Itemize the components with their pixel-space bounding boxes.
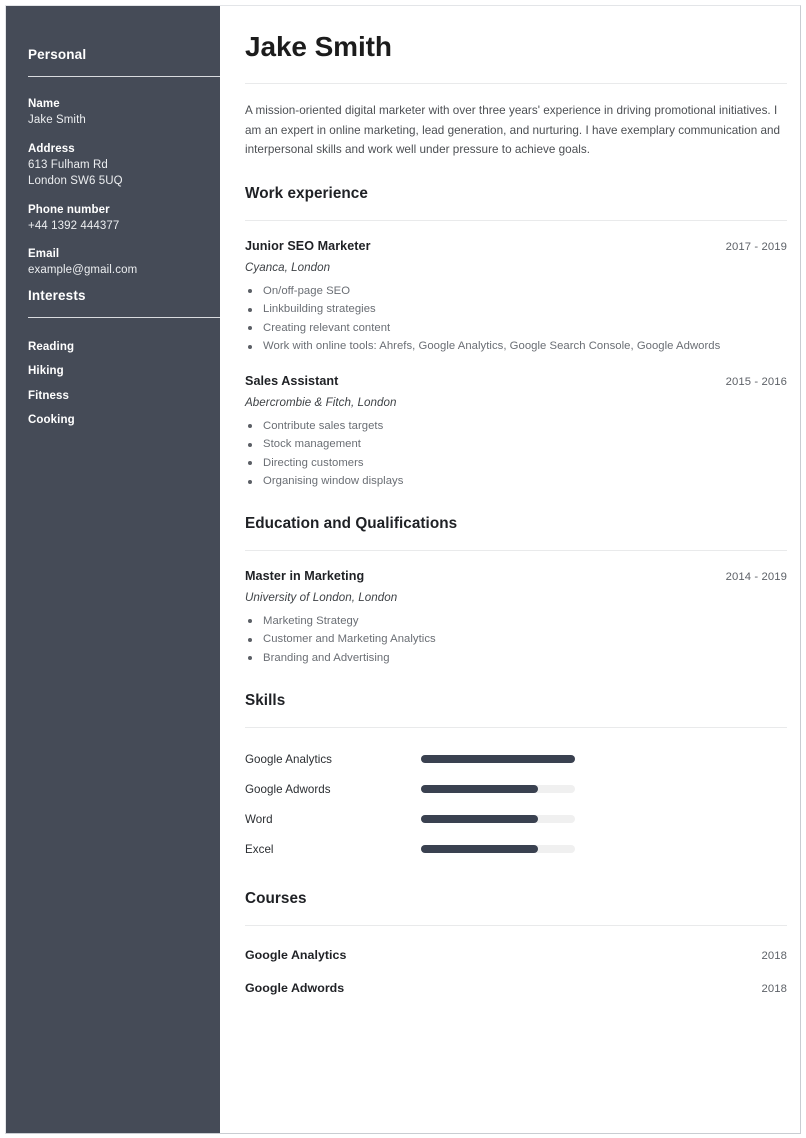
- field-value: +44 1392 444377: [28, 218, 218, 235]
- sidebar-field-address: Address 613 Fulham Rd London SW6 5UQ: [28, 141, 218, 190]
- field-label: Address: [28, 141, 218, 157]
- entry-subtitle: University of London, London: [245, 590, 787, 606]
- skill-level-track: [421, 785, 575, 793]
- list-item: Directing customers: [245, 454, 787, 473]
- sidebar-field-phone: Phone number +44 1392 444377: [28, 202, 218, 235]
- skill-label: Word: [245, 813, 421, 826]
- entry-header: Sales Assistant 2015 - 2016: [245, 373, 787, 391]
- list-item: Hiking: [28, 359, 218, 383]
- entry-subtitle: Abercrombie & Fitch, London: [245, 395, 787, 411]
- resume-document: Personal Name Jake Smith Address 613 Ful…: [0, 0, 806, 1138]
- list-item: Customer and Marketing Analytics: [245, 630, 787, 649]
- section-education: Education and Qualifications Master in M…: [245, 514, 787, 668]
- course-row: Google Analytics 2018: [245, 929, 787, 962]
- entry-title: Junior SEO Marketer: [245, 238, 371, 255]
- list-item: Reading: [28, 335, 218, 359]
- sidebar-field-name: Name Jake Smith: [28, 96, 218, 129]
- page-title: Jake Smith: [245, 6, 787, 64]
- section-skills: Skills Google Analytics Google Adwords: [245, 691, 787, 864]
- skill-level-track: [421, 845, 575, 853]
- entry-header: Master in Marketing 2014 - 2019: [245, 568, 787, 586]
- field-value: example@gmail.com: [28, 262, 218, 279]
- list-item: Creating relevant content: [245, 319, 787, 338]
- skill-row: Excel: [245, 834, 787, 864]
- field-value-line-1: 613 Fulham Rd: [28, 157, 218, 174]
- main-content: Jake Smith A mission-oriented digital ma…: [220, 6, 800, 1133]
- skill-level-fill: [421, 755, 575, 763]
- section-divider: [245, 727, 787, 728]
- skills-list: Google Analytics Google Adwords Word: [245, 744, 787, 864]
- entry-bullet-list: Contribute sales targets Stock managemen…: [245, 417, 787, 491]
- skill-level-fill: [421, 845, 538, 853]
- course-year: 2018: [761, 983, 787, 995]
- sidebar-heading-interests: Interests: [28, 288, 86, 303]
- section-heading: Courses: [245, 889, 787, 909]
- skill-level-track: [421, 815, 575, 823]
- field-label: Email: [28, 246, 218, 262]
- entry-title: Sales Assistant: [245, 373, 338, 390]
- skill-row: Google Analytics: [245, 744, 787, 774]
- list-item: Branding and Advertising: [245, 649, 787, 668]
- field-label: Name: [28, 96, 218, 112]
- sidebar-interests-list: Reading Hiking Fitness Cooking: [28, 335, 218, 432]
- list-item: Contribute sales targets: [245, 417, 787, 436]
- list-item: Fitness: [28, 384, 218, 408]
- skill-row: Word: [245, 804, 787, 834]
- entry-date: 2017 - 2019: [726, 239, 787, 256]
- field-label: Phone number: [28, 202, 218, 218]
- title-divider: [245, 83, 787, 84]
- list-item: Organising window displays: [245, 472, 787, 491]
- list-item: On/off-page SEO: [245, 282, 787, 301]
- entry-date: 2014 - 2019: [726, 569, 787, 586]
- sidebar-heading-personal: Personal: [28, 47, 86, 62]
- sidebar-field-email: Email example@gmail.com: [28, 246, 218, 279]
- skill-label: Google Analytics: [245, 753, 421, 766]
- section-divider: [245, 925, 787, 926]
- entry-subtitle: Cyanca, London: [245, 260, 787, 276]
- section-courses: Courses Google Analytics 2018 Google Adw…: [245, 889, 787, 995]
- entry-bullet-list: Marketing Strategy Customer and Marketin…: [245, 612, 787, 668]
- section-work-experience: Work experience Junior SEO Marketer 2017…: [245, 184, 787, 491]
- list-item: Linkbuilding strategies: [245, 300, 787, 319]
- education-entry: Master in Marketing 2014 - 2019 Universi…: [245, 568, 787, 668]
- sidebar: Personal Name Jake Smith Address 613 Ful…: [6, 6, 220, 1133]
- profile-summary: A mission-oriented digital marketer with…: [245, 101, 787, 160]
- list-item: Marketing Strategy: [245, 612, 787, 631]
- course-name: Google Analytics: [245, 948, 346, 962]
- list-item: Stock management: [245, 435, 787, 454]
- skill-row: Google Adwords: [245, 774, 787, 804]
- field-value-line-2: London SW6 5UQ: [28, 173, 218, 190]
- skill-label: Google Adwords: [245, 783, 421, 796]
- list-item: Work with online tools: Ahrefs, Google A…: [245, 337, 787, 356]
- course-year: 2018: [761, 950, 787, 962]
- work-entry: Junior SEO Marketer 2017 - 2019 Cyanca, …: [245, 238, 787, 356]
- field-value: Jake Smith: [28, 112, 218, 129]
- resume-page-inner: Personal Name Jake Smith Address 613 Ful…: [5, 5, 801, 1134]
- skill-label: Excel: [245, 843, 421, 856]
- section-divider: [245, 550, 787, 551]
- list-item: Cooking: [28, 408, 218, 432]
- course-row: Google Adwords 2018: [245, 962, 787, 995]
- entry-date: 2015 - 2016: [726, 374, 787, 391]
- skill-level-fill: [421, 815, 538, 823]
- section-heading: Work experience: [245, 184, 787, 204]
- entry-title: Master in Marketing: [245, 568, 364, 585]
- sidebar-personal-fields: Name Jake Smith Address 613 Fulham Rd Lo…: [28, 96, 218, 279]
- course-name: Google Adwords: [245, 981, 344, 995]
- skill-level-fill: [421, 785, 538, 793]
- section-divider: [245, 220, 787, 221]
- skill-level-track: [421, 755, 575, 763]
- section-heading: Skills: [245, 691, 787, 711]
- sidebar-personal-divider: [28, 76, 225, 77]
- section-heading: Education and Qualifications: [245, 514, 787, 534]
- entry-bullet-list: On/off-page SEO Linkbuilding strategies …: [245, 282, 787, 356]
- sidebar-interests-divider: [28, 317, 225, 318]
- courses-list: Google Analytics 2018 Google Adwords 201…: [245, 929, 787, 995]
- entry-header: Junior SEO Marketer 2017 - 2019: [245, 238, 787, 256]
- work-entry: Sales Assistant 2015 - 2016 Abercrombie …: [245, 373, 787, 491]
